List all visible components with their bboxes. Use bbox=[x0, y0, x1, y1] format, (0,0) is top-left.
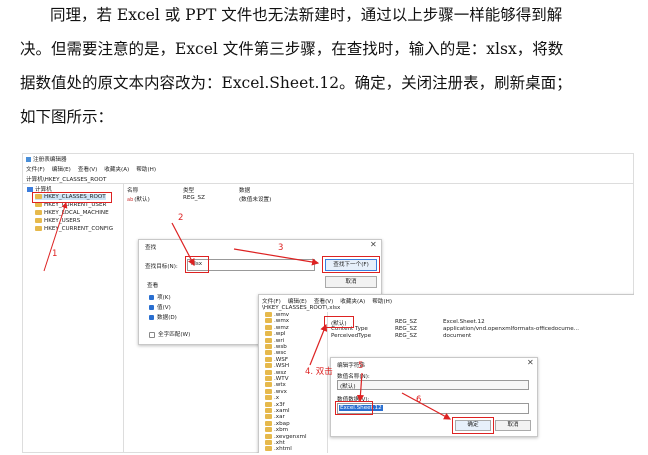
paragraph-line: 同理，若 Excel 或 PPT 文件也无法新建时，通过以上步骤一样能够得到解 bbox=[50, 6, 563, 24]
arrow-6 bbox=[401, 392, 452, 420]
annotation-4: 4. 双击 bbox=[305, 367, 333, 377]
annotation-2: 2 bbox=[178, 213, 184, 223]
arrow-3 bbox=[233, 248, 320, 266]
paragraph-line: 如下图所示： bbox=[20, 108, 114, 126]
arrow-1 bbox=[43, 202, 68, 272]
arrow-2 bbox=[171, 222, 195, 267]
annotation-3: 3 bbox=[278, 243, 284, 253]
arrow-4 bbox=[309, 323, 328, 366]
annotation-5: 5 bbox=[358, 361, 364, 371]
paragraph-line: 决。但需要注意的是，Excel 文件第三步骤，在查找时，输入的是：xlsx，将数 bbox=[20, 40, 564, 58]
registry-screenshot-figure: 注册表编辑器 文件(F) 编辑(E) 查看(V) 收藏夹(A) 帮助(H) 计算机\HK… bbox=[22, 153, 634, 453]
annotation-1: 1 bbox=[52, 249, 58, 259]
paragraph-line: 据数值处的原文本内容改为：Excel.Sheet.12。确定，关闭注册表，刷新桌… bbox=[20, 74, 572, 92]
annotation-arrows bbox=[43, 202, 452, 420]
body-paragraph: 同理，若 Excel 或 PPT 文件也无法新建时，通过以上步骤一样能够得到解 … bbox=[20, 0, 638, 134]
annotation-6: 6 bbox=[416, 395, 422, 405]
arrow-5 bbox=[356, 372, 365, 403]
